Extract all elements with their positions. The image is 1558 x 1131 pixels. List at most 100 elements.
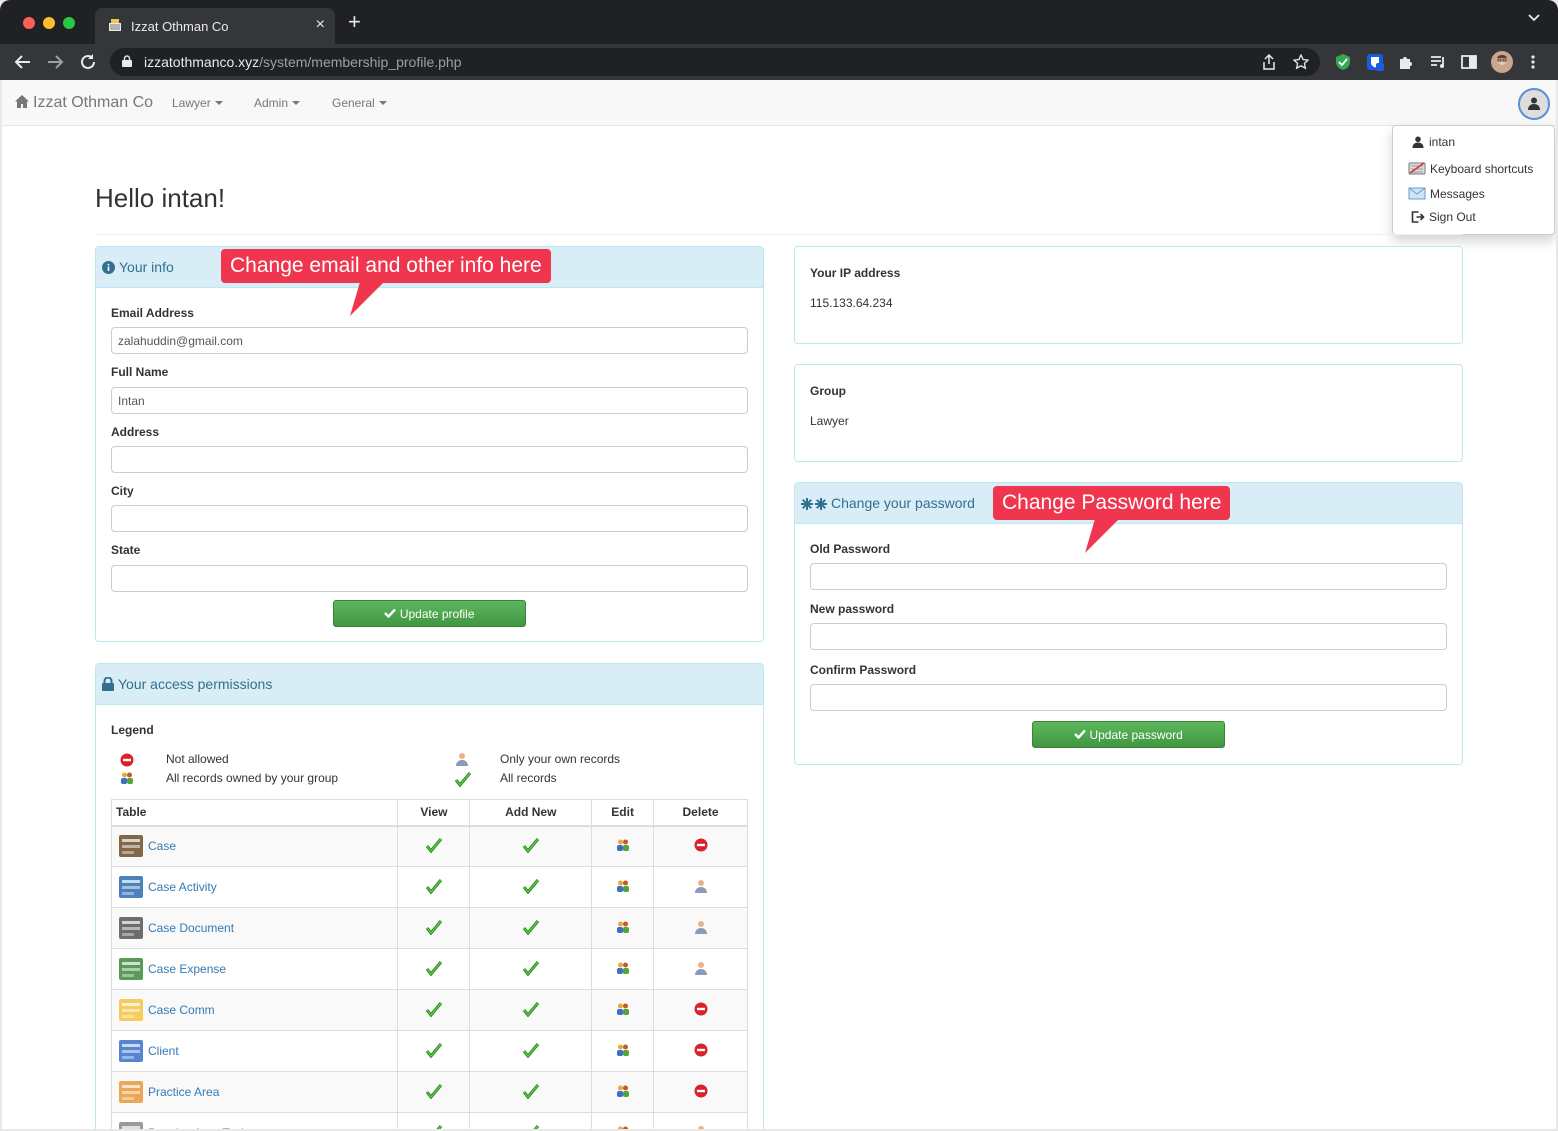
ip-address-panel: Your IP address 115.133.64.234 [794,246,1463,344]
user-dropdown-menu: intan Keyboard shortcuts Messages Sign O… [1392,125,1555,235]
delete-permission-cell [653,989,748,1031]
change-password-panel: Change your password Old Password New pa… [794,482,1463,765]
view-permission-cell [397,1112,471,1129]
add-permission-cell [469,989,593,1031]
tab-close-icon[interactable]: × [316,16,325,34]
browser-tab[interactable]: Izzat Othman Co × [95,8,335,44]
column-header-table: Table [110,799,399,827]
table-link[interactable]: Practice Area [148,1085,219,1099]
update-password-button[interactable]: Update password [1032,721,1225,748]
table-link[interactable]: Case Activity [148,880,217,894]
app-navbar: Izzat Othman Co Lawyer Admin General [2,80,1556,126]
table-name-cell: Practice Area Task [110,1112,399,1129]
table-row: Practice Area Task [110,1112,748,1129]
new-password-label: New password [810,602,895,616]
update-profile-button[interactable]: Update profile [333,600,526,627]
tab-search-chevron-icon[interactable] [1528,14,1540,22]
asterisk-icon [801,498,827,510]
confirm-password-input[interactable] [810,684,1447,711]
menu-general[interactable]: General [332,96,387,110]
all-records-icon [522,960,539,976]
table-icon [119,876,143,898]
menu-lawyer[interactable]: Lawyer [172,96,223,110]
check-icon [1074,729,1087,740]
table-link[interactable]: Practice Area Task [148,1126,247,1129]
menu-admin[interactable]: Admin [254,96,301,110]
city-input[interactable] [111,505,748,532]
bookmark-star-icon[interactable] [1293,54,1309,70]
view-permission-cell [397,1071,471,1113]
legend-not-allowed-text: Not allowed [166,752,229,766]
view-permission-cell [397,948,471,990]
user-menu-sign-out[interactable]: Sign Out [1411,210,1476,224]
user-menu-profile[interactable]: intan [1411,135,1455,149]
user-menu-keyboard-shortcuts[interactable]: Keyboard shortcuts [1408,161,1533,176]
email-input[interactable] [111,327,748,354]
close-window-button[interactable] [23,17,35,29]
old-password-input[interactable] [810,563,1447,590]
all-records-icon [425,960,443,976]
all-records-icon [455,772,471,787]
table-row: Client [110,1030,748,1072]
back-arrow-icon[interactable] [14,53,32,71]
reading-list-icon[interactable] [1429,53,1447,71]
group-records-icon [616,839,629,851]
lock-icon [102,676,114,691]
extensions-puzzle-icon[interactable] [1397,53,1415,71]
group-label: Group [810,384,846,398]
table-icon [119,1122,143,1129]
group-records-icon [616,921,629,933]
own-records-icon [456,753,468,766]
all-records-icon [522,878,539,894]
reload-icon[interactable] [79,53,97,71]
brand-link[interactable]: Izzat Othman Co [14,94,153,112]
full-name-input[interactable] [111,387,748,414]
email-label: Email Address [111,306,194,320]
all-records-icon [522,1083,539,1099]
table-link[interactable]: Case Comm [148,1003,215,1017]
table-link[interactable]: Case Expense [148,962,226,976]
delete-permission-cell [653,1112,748,1129]
add-permission-cell [469,948,593,990]
all-records-icon [522,1001,539,1017]
group-records-icon [616,962,629,974]
state-input[interactable] [111,565,748,592]
delete-permission-cell [653,1030,748,1072]
all-records-icon [522,1042,539,1058]
edit-permission-cell [591,989,655,1031]
old-password-label: Old Password [810,542,891,556]
edit-permission-cell [591,825,655,867]
share-icon[interactable] [1262,54,1276,70]
user-menu-messages[interactable]: Messages [1408,187,1485,201]
group-records-icon [616,1085,629,1097]
table-link[interactable]: Case [148,839,176,853]
table-name-cell: Case Document [110,907,399,949]
table-icon [119,917,143,939]
lock-icon [122,55,132,67]
delete-permission-cell [653,1071,748,1113]
side-panel-icon[interactable] [1460,53,1478,71]
address-input[interactable] [111,446,748,473]
group-records-icon [616,1003,629,1015]
new-password-input[interactable] [810,623,1447,650]
browser-menu-icon[interactable] [1528,53,1538,71]
table-link[interactable]: Case Document [148,921,234,935]
bitwarden-icon[interactable] [1366,53,1384,71]
address-bar[interactable]: izzatothmanco.xyz/system/membership_prof… [110,48,1320,76]
user-menu-button[interactable] [1518,88,1550,120]
group-records-icon [616,880,629,892]
adblock-shield-icon[interactable] [1334,53,1352,71]
not-allowed-icon [120,753,134,767]
all-records-icon [425,1042,443,1058]
minimize-window-button[interactable] [43,17,55,29]
profile-avatar-icon[interactable] [1491,51,1513,73]
table-row: Case Document [110,907,748,949]
group-records-icon [616,1044,629,1056]
legend-group-text: All records owned by your group [166,771,339,785]
all-records-icon [425,1083,443,1099]
all-records-icon [425,878,443,894]
new-tab-button[interactable]: + [348,11,361,33]
table-link[interactable]: Client [148,1044,179,1058]
forward-arrow-icon[interactable] [46,53,64,71]
maximize-window-button[interactable] [63,17,75,29]
